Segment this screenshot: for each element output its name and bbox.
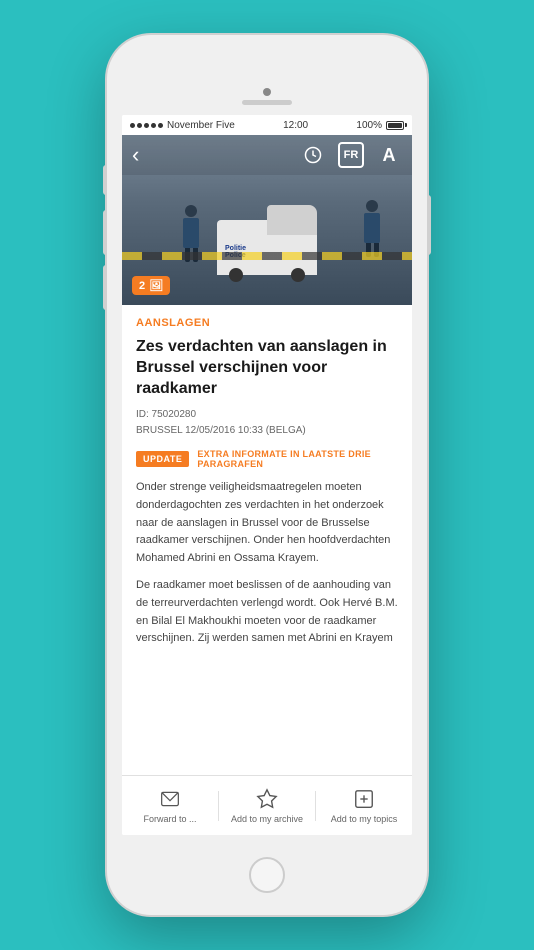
signal-dot <box>144 123 149 128</box>
update-bar: UPDATE EXTRA INFORMATE IN LAATSTE DRIE P… <box>136 449 398 469</box>
image-counter[interactable]: 2 🖼 <box>132 276 170 295</box>
archive-label: Add to my archive <box>231 814 303 824</box>
language-fr-icon[interactable]: FR <box>338 142 364 168</box>
home-button[interactable] <box>249 857 285 893</box>
battery-percent: 100% <box>356 120 382 131</box>
nav-bar: ‹ FR A <box>122 135 412 175</box>
phone-top <box>107 35 427 115</box>
phone-bottom <box>107 835 427 915</box>
person-head <box>366 200 378 212</box>
signal-dots <box>130 123 163 128</box>
forward-label: Forward to ... <box>143 814 196 824</box>
battery-icon <box>386 121 404 130</box>
topics-button[interactable]: Add to my topics <box>316 788 412 824</box>
phone-frame: November Five 12:00 100% PolitiePolice <box>107 35 427 915</box>
image-count: 2 <box>139 280 145 292</box>
signal-dot <box>151 123 156 128</box>
volume-up-button <box>103 210 107 255</box>
article-body-1: Onder strenge veiligheidsmaatregelen moe… <box>136 479 398 567</box>
topics-plus-icon <box>353 788 375 810</box>
person-figure-2 <box>182 205 200 255</box>
article-body-2: De raadkamer moet beslissen of de aanhou… <box>136 577 398 647</box>
status-left: November Five <box>130 120 235 131</box>
signal-dot <box>130 123 135 128</box>
battery-fill <box>388 123 402 128</box>
category-label: AANSLAGEN <box>136 317 398 329</box>
article-image: PolitiePolice <box>122 135 412 305</box>
person-head <box>185 205 197 217</box>
speaker <box>242 100 292 105</box>
topics-label: Add to my topics <box>331 814 398 824</box>
status-bar: November Five 12:00 100% <box>122 115 412 135</box>
font-size-icon[interactable]: A <box>376 142 402 168</box>
person-body <box>364 213 380 243</box>
barrier-tape <box>122 252 412 260</box>
article-content: AANSLAGEN Zes verdachten van aanslagen i… <box>122 305 412 775</box>
signal-dot <box>137 123 142 128</box>
archive-button[interactable]: Add to my archive <box>219 788 315 824</box>
nav-icons: FR A <box>300 142 402 168</box>
signal-dot <box>158 123 163 128</box>
back-button[interactable]: ‹ <box>132 144 139 166</box>
power-button <box>427 195 431 255</box>
update-badge: UPDATE <box>136 451 189 467</box>
status-right: 100% <box>356 120 404 131</box>
van-wheel-right <box>291 268 305 282</box>
update-description: EXTRA INFORMATE IN LAATSTE DRIE PARAGRAF… <box>197 449 398 469</box>
forward-icon <box>159 788 181 810</box>
phone-screen: November Five 12:00 100% PolitiePolice <box>122 115 412 835</box>
mute-button <box>103 165 107 195</box>
history-icon[interactable] <box>300 142 326 168</box>
person-figure-1 <box>362 200 382 255</box>
van: PolitiePolice <box>217 205 317 275</box>
time-label: 12:00 <box>283 120 308 131</box>
camera <box>263 88 271 96</box>
bottom-toolbar: Forward to ... Add to my archive <box>122 775 412 835</box>
forward-button[interactable]: Forward to ... <box>122 788 218 824</box>
article-source: BRUSSEL 12/05/2016 10:33 (BELGA) <box>136 425 306 436</box>
carrier-label: November Five <box>167 120 235 131</box>
article-id: ID: 75020280 <box>136 409 196 420</box>
image-icon: 🖼 <box>149 279 163 292</box>
archive-star-icon <box>256 788 278 810</box>
volume-down-button <box>103 265 107 310</box>
article-meta: ID: 75020280 BRUSSEL 12/05/2016 10:33 (B… <box>136 407 398 439</box>
person-body <box>183 218 199 248</box>
van-cabin <box>267 205 317 235</box>
article-title: Zes verdachten van aanslagen in Brussel … <box>136 337 398 399</box>
van-wheel-left <box>229 268 243 282</box>
